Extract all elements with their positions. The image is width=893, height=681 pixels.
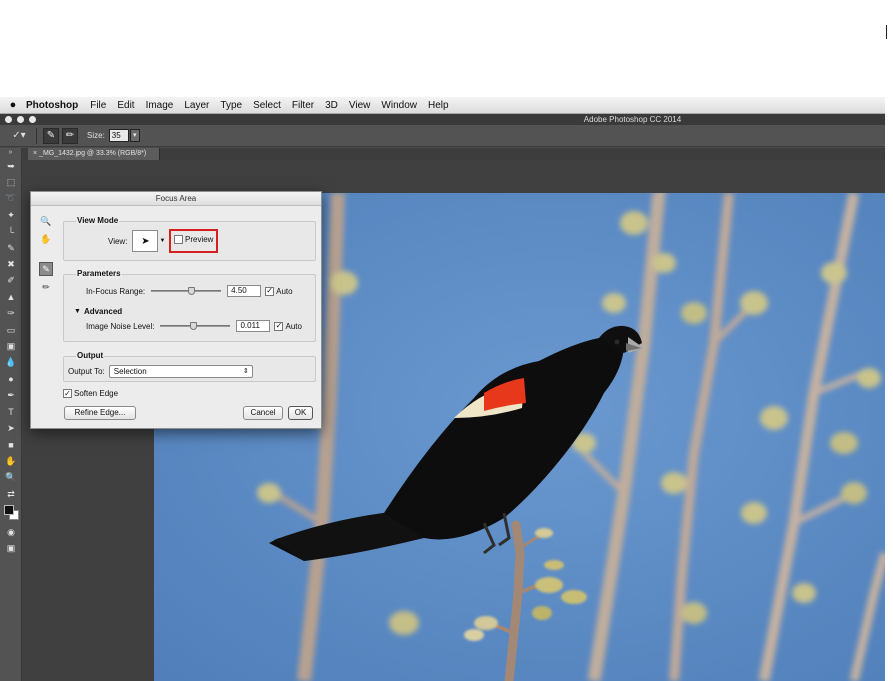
in-focus-auto-checkbox[interactable]: ✓ (265, 286, 275, 296)
output-to-select[interactable]: Selection ⇕ (108, 365, 253, 378)
eyedropper-tool-icon[interactable]: ✎ (0, 240, 22, 256)
apple-icon[interactable]: ● (0, 99, 26, 111)
ok-button[interactable]: OK (288, 406, 313, 420)
healing-brush-tool-icon[interactable]: ✖ (0, 256, 22, 272)
pen-tool-icon[interactable]: ✒ (0, 387, 22, 403)
app-title: Adobe Photoshop CC 2014 (583, 115, 682, 124)
size-label: Size: (87, 131, 105, 140)
menu-layer[interactable]: Layer (184, 100, 209, 111)
options-divider (36, 127, 37, 144)
foreground-color-swatch[interactable] (4, 505, 14, 516)
menu-file[interactable]: File (90, 100, 106, 111)
image-noise-level-input[interactable]: 0.011 (236, 320, 271, 332)
eraser-tool-icon[interactable]: ▭ (0, 322, 22, 338)
tab-close-icon[interactable]: × (33, 150, 37, 157)
select-arrows-icon: ⇕ (242, 368, 249, 375)
view-mode-title: View Mode (76, 216, 120, 225)
document-tab-label: _MG_1432.jpg @ 33.3% (RGB/8*) (39, 150, 147, 157)
size-input[interactable]: 35 (108, 129, 129, 142)
page-edge-marker (886, 25, 887, 39)
output-to-value: Selection (113, 367, 147, 376)
zoom-icon[interactable]: 🔍 (39, 214, 53, 228)
menu-3d[interactable]: 3D (325, 100, 338, 111)
app-title-bar: Adobe Photoshop CC 2014 (0, 114, 885, 125)
focus-area-dialog: Focus Area 🔍 ✋ ✎ ✏ View Mode View: ➤ ▼ P… (30, 191, 322, 429)
focus-area-subtract-icon[interactable]: ✏ (39, 280, 53, 294)
image-noise-level-label: Image Noise Level: (86, 321, 155, 331)
image-noise-level-slider[interactable] (160, 322, 231, 330)
type-tool-icon[interactable]: T (0, 404, 22, 420)
menu-filter[interactable]: Filter (292, 100, 314, 111)
shape-tool-icon[interactable]: ■ (0, 437, 22, 453)
lasso-tool-icon[interactable]: ➰ (0, 191, 22, 207)
brush-add-icon[interactable]: ✎ (43, 127, 59, 144)
preview-highlight (169, 229, 218, 253)
magic-wand-tool-icon[interactable]: ✦ (0, 207, 22, 223)
dialog-title: Focus Area (31, 192, 321, 206)
output-title: Output (76, 351, 105, 360)
view-mode-dropdown-icon[interactable]: ▼ (158, 230, 166, 252)
menu-view[interactable]: View (349, 100, 371, 111)
output-group: Output Output To: Selection ⇕ (63, 351, 316, 382)
noise-auto-label: Auto (285, 321, 302, 331)
view-label: View: (108, 236, 128, 246)
in-focus-range-slider[interactable] (151, 287, 222, 295)
options-bar: ✓▾ ✎ ✏ Size: 35 ▾ (0, 125, 885, 147)
parameters-title: Parameters (76, 269, 122, 278)
menu-edit[interactable]: Edit (117, 100, 134, 111)
quick-mask-icon[interactable]: ◉ (0, 524, 22, 540)
document-tab-bar: × _MG_1432.jpg @ 33.3% (RGB/8*) (22, 148, 885, 160)
view-mode-thumbnail[interactable]: ➤ (132, 230, 159, 252)
in-focus-range-input[interactable]: 4.50 (227, 285, 262, 297)
color-swatches[interactable] (0, 502, 22, 524)
swap-colors-icon[interactable]: ⇄ (0, 486, 22, 502)
move-tool-icon[interactable]: ➥ (0, 158, 22, 174)
menu-help[interactable]: Help (428, 100, 449, 111)
blur-tool-icon[interactable]: 💧 (0, 355, 22, 371)
size-dropdown-arrow-icon[interactable]: ▾ (129, 129, 140, 142)
history-brush-tool-icon[interactable]: ✑ (0, 306, 22, 322)
dodge-tool-icon[interactable]: ● (0, 371, 22, 387)
menu-select[interactable]: Select (253, 100, 281, 111)
image-noise-level-thumb[interactable] (190, 322, 198, 330)
cancel-button[interactable]: Cancel (243, 406, 283, 420)
tool-preset-picker[interactable]: ✓▾ (6, 128, 32, 144)
hand-icon[interactable]: ✋ (39, 232, 53, 246)
in-focus-range-thumb[interactable] (188, 287, 196, 295)
clone-stamp-tool-icon[interactable]: ▲ (0, 289, 22, 305)
in-focus-range-track (151, 290, 222, 292)
tools-panel: » ➥ ⬚ ➰ ✦ └ ✎ ✖ ✐ ▲ ✑ ▭ ▣ 💧 ● ✒ T ➤ ■ ✋ … (0, 148, 22, 681)
focus-area-add-icon[interactable]: ✎ (39, 262, 53, 276)
noise-auto-checkbox[interactable]: ✓ (274, 321, 284, 331)
marquee-tool-icon[interactable]: ⬚ (0, 174, 22, 190)
panel-collapse-icon[interactable]: » (0, 148, 21, 158)
refine-edge-button[interactable]: Refine Edge... (64, 406, 136, 420)
in-focus-range-label: In-Focus Range: (86, 286, 146, 296)
advanced-label[interactable]: Advanced (84, 307, 122, 316)
hand-tool-icon[interactable]: ✋ (0, 453, 22, 469)
output-to-label: Output To: (68, 367, 105, 376)
menu-type[interactable]: Type (220, 100, 242, 111)
path-selection-tool-icon[interactable]: ➤ (0, 420, 22, 436)
zoom-tool-icon[interactable]: 🔍 (0, 469, 22, 485)
menu-window[interactable]: Window (381, 100, 417, 111)
menu-bar: ● Photoshop File Edit Image Layer Type S… (0, 97, 885, 114)
menu-app-name[interactable]: Photoshop (26, 100, 78, 111)
soften-edge-checkbox[interactable]: ✓ (63, 389, 72, 398)
photoshop-window: ● Photoshop File Edit Image Layer Type S… (0, 97, 885, 681)
brush-tool-icon[interactable]: ✐ (0, 273, 22, 289)
gradient-tool-icon[interactable]: ▣ (0, 338, 22, 354)
brush-subtract-icon[interactable]: ✏ (62, 127, 78, 144)
soften-edge-label: Soften Edge (74, 389, 119, 398)
advanced-disclosure-icon[interactable]: ▼ (74, 308, 81, 315)
document-tab[interactable]: × _MG_1432.jpg @ 33.3% (RGB/8*) (28, 148, 160, 160)
menu-image[interactable]: Image (146, 100, 174, 111)
crop-tool-icon[interactable]: └ (0, 224, 22, 240)
parameters-group: Parameters In-Focus Range: 4.50 ✓ Auto ▼… (63, 269, 316, 342)
screen-mode-icon[interactable]: ▣ (0, 541, 22, 557)
dialog-tools: 🔍 ✋ ✎ ✏ (39, 214, 55, 298)
in-focus-auto-label: Auto (276, 286, 293, 296)
